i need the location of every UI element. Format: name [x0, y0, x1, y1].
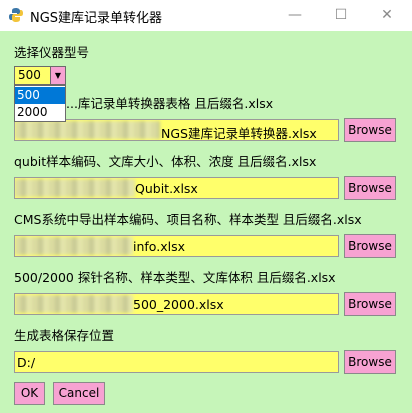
row-1-path-value: Qubit.xlsx — [135, 181, 198, 196]
close-button[interactable]: ✕ — [364, 0, 410, 31]
row-0-path-value: NGS建库记录单转换器.xlsx — [161, 126, 317, 141]
instrument-selected-value: 500 — [18, 68, 41, 82]
title-bar: NGS建库记录单转化器 — ☐ ✕ — [0, 0, 412, 31]
row-0-browse-button[interactable]: Browse — [344, 118, 396, 142]
maximize-button[interactable]: ☐ — [318, 0, 364, 31]
instrument-option-2000[interactable]: 2000 — [15, 104, 65, 121]
instrument-label: 选择仪器型号 — [14, 45, 90, 60]
row-1-browse-button[interactable]: Browse — [344, 176, 396, 200]
row-4-path-value: D:/ — [17, 355, 36, 370]
instrument-dropdown-list: 500 2000 — [14, 85, 66, 122]
row-2-path-value: info.xlsx — [133, 239, 185, 254]
row-2-path-input[interactable]: info.xlsx — [14, 235, 339, 257]
cancel-button[interactable]: Cancel — [53, 382, 105, 405]
row-0-label: ...库记录单转换器表格 且后缀名.xlsx — [66, 96, 274, 111]
row-2-browse-button[interactable]: Browse — [344, 234, 396, 258]
row-3-path-input[interactable]: 500_2000.xlsx — [14, 293, 339, 315]
redacted-path — [15, 179, 135, 197]
python-app-icon — [9, 8, 23, 22]
minimize-button[interactable]: — — [272, 0, 318, 31]
chevron-down-icon[interactable]: ▼ — [50, 67, 65, 84]
row-3-path-value: 500_2000.xlsx — [133, 297, 224, 312]
row-3-browse-button[interactable]: Browse — [344, 292, 396, 316]
instrument-select[interactable]: 500 ▼ — [14, 66, 66, 85]
window-title: NGS建库记录单转化器 — [30, 11, 163, 26]
row-1-label: qubit样本编码、文库大小、体积、浓度 且后缀名.xlsx — [14, 154, 317, 169]
row-4-browse-button[interactable]: Browse — [344, 350, 396, 374]
redacted-path — [15, 121, 160, 139]
redacted-path — [15, 237, 133, 255]
ok-button[interactable]: OK — [14, 382, 45, 405]
row-4-label: 生成表格保存位置 — [14, 328, 115, 343]
row-1-path-input[interactable]: Qubit.xlsx — [14, 177, 339, 199]
row-2-label: CMS系统中导出样本编码、项目名称、样本类型 且后缀名.xlsx — [14, 212, 362, 227]
row-4-path-input[interactable]: D:/ — [14, 351, 339, 373]
redacted-path — [15, 295, 133, 313]
row-0-path-input[interactable]: NGS建库记录单转换器.xlsx — [14, 119, 339, 141]
row-3-label: 500/2000 探针名称、样本类型、文库体积 且后缀名.xlsx — [14, 270, 336, 285]
instrument-option-500[interactable]: 500 — [15, 87, 65, 104]
